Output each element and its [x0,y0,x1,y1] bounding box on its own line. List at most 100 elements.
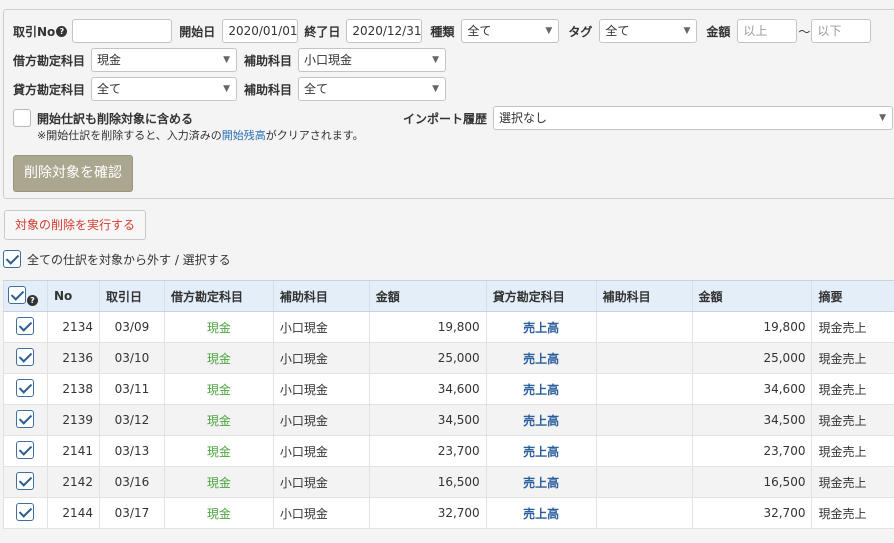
table-row: 2134 03/09 現金 小口現金 19,800 売上高 19,800 現金売… [3,311,894,343]
row-debit-amount: 19,800 [368,311,487,343]
note-prefix: ※開始仕訳を削除すると、入力済みの [37,129,222,142]
help-icon[interactable]: ? [56,25,68,37]
row-credit-amount: 19,800 [691,311,812,343]
row-select-cell[interactable] [3,435,48,467]
row-debit-account[interactable]: 現金 [163,373,274,405]
select-all-checkbox[interactable] [8,285,26,304]
opening-note: ※開始仕訳を削除すると、入力済みの 開始残高 がクリアされます。 [37,127,364,143]
tag-select[interactable]: 全て ▼ [599,19,698,43]
row-checkbox[interactable] [16,502,35,521]
amount-separator: 〜 [798,24,811,39]
row-debit-account[interactable]: 現金 [163,466,274,498]
amount-min-input[interactable]: 以上 [737,19,798,43]
row-checkbox[interactable] [16,409,35,428]
row-memo: 現金売上 [811,466,894,498]
credit-sub-label: 補助科目 [244,82,293,97]
row-no: 2136 [46,342,100,374]
row-select-cell[interactable] [3,373,48,405]
header-debit-amount: 金額 [368,280,487,312]
row-debit-sub: 小口現金 [272,466,370,498]
debit-sub-value: 小口現金 [304,53,353,67]
type-select[interactable]: 全て ▼ [461,19,560,43]
row-credit-sub [595,466,693,498]
row-debit-account[interactable]: 現金 [163,342,274,374]
note-suffix: がクリアされます。 [265,129,364,142]
row-credit-account[interactable]: 売上高 [485,497,597,529]
execute-delete-button[interactable]: 対象の削除を実行する [4,210,146,240]
row-debit-account[interactable]: 現金 [163,497,274,529]
import-history-label: インポート履歴 [403,111,488,126]
debit-account-select[interactable]: 現金 ▼ [91,48,238,72]
row-credit-amount: 32,700 [691,497,812,529]
row-credit-sub [595,373,693,405]
chevron-down-icon: ▼ [545,26,553,36]
row-checkbox[interactable] [16,471,35,490]
credit-sub-select[interactable]: 全て ▼ [298,77,447,101]
row-debit-account[interactable]: 現金 [163,311,274,343]
row-no: 2139 [46,404,100,436]
chevron-down-icon: ▼ [223,55,231,65]
amount-max-input[interactable]: 以下 [811,19,872,43]
table-row: 2136 03/10 現金 小口現金 25,000 売上高 25,000 現金売… [3,342,894,374]
debit-sub-select[interactable]: 小口現金 ▼ [298,48,447,72]
credit-account-select[interactable]: 全て ▼ [91,77,238,101]
row-credit-sub [595,497,693,529]
toggle-all-checkbox[interactable] [3,250,21,268]
row-credit-sub [595,342,693,374]
debit-account-label: 借方勘定科目 [13,53,86,68]
end-date-input[interactable]: 2020/12/31 [346,19,423,43]
row-no: 2138 [46,373,100,405]
row-select-cell[interactable] [3,466,48,498]
tag-label: タグ [568,24,593,39]
txn-no-label: 取引No [13,24,56,39]
row-checkbox[interactable] [16,440,35,459]
row-debit-sub: 小口現金 [272,311,370,343]
row-memo: 現金売上 [811,435,894,467]
toggle-all-label: 全ての仕訳を対象から外す / 選択する [27,252,231,267]
row-date: 03/13 [98,435,165,467]
row-debit-sub: 小口現金 [272,435,370,467]
row-credit-account[interactable]: 売上高 [485,466,597,498]
filter-row-2: 借方勘定科目 現金 ▼ 補助科目 小口現金 ▼ [13,48,447,72]
header-select-all[interactable]: ? [3,280,48,312]
txn-no-input[interactable] [72,19,173,43]
row-credit-account[interactable]: 売上高 [485,342,597,374]
row-debit-account[interactable]: 現金 [163,404,274,436]
row-debit-sub: 小口現金 [272,404,370,436]
row-credit-account[interactable]: 売上高 [485,435,597,467]
debit-account-value: 現金 [97,53,122,67]
row-select-cell[interactable] [3,497,48,529]
row-date: 03/17 [98,497,165,529]
table-row: 2139 03/12 現金 小口現金 34,500 売上高 34,500 現金売… [3,404,894,436]
row-debit-amount: 32,700 [368,497,487,529]
include-opening-checkbox[interactable] [13,109,31,127]
opening-balance-link[interactable]: 開始残高 [222,127,266,143]
row-credit-account[interactable]: 売上高 [485,311,597,343]
row-debit-amount: 34,600 [368,373,487,405]
filter-panel: 取引No ? 開始日 2020/01/01 終了日 2020/12/31 種類 … [3,9,894,199]
row-select-cell[interactable] [3,404,48,436]
row-debit-account[interactable]: 現金 [163,435,274,467]
header-credit-sub: 補助科目 [595,280,693,312]
confirm-targets-button[interactable]: 削除対象を確認 [13,155,133,192]
header-debit-account: 借方勘定科目 [163,280,274,312]
row-credit-account[interactable]: 売上高 [485,404,597,436]
row-select-cell[interactable] [3,311,48,343]
start-date-input[interactable]: 2020/01/01 [222,19,299,43]
toggle-all[interactable]: 全ての仕訳を対象から外す / 選択する [3,250,231,268]
filter-row-3: 貸方勘定科目 全て ▼ 補助科目 全て ▼ [13,77,447,101]
row-debit-amount: 16,500 [368,466,487,498]
row-select-cell[interactable] [3,342,48,374]
row-checkbox[interactable] [16,316,35,335]
row-credit-sub [595,311,693,343]
row-checkbox[interactable] [16,378,35,397]
help-icon[interactable]: ? [27,294,38,306]
journal-table: ? No 取引日 借方勘定科目 補助科目 金額 貸方勘定科目 補助科目 金額 摘… [3,280,894,529]
import-history-select[interactable]: 選択なし ▼ [493,106,894,130]
row-credit-amount: 34,600 [691,373,812,405]
row-credit-amount: 16,500 [691,466,812,498]
row-checkbox[interactable] [16,347,35,366]
row-credit-account[interactable]: 売上高 [485,373,597,405]
row-date: 03/12 [98,404,165,436]
row-debit-sub: 小口現金 [272,373,370,405]
